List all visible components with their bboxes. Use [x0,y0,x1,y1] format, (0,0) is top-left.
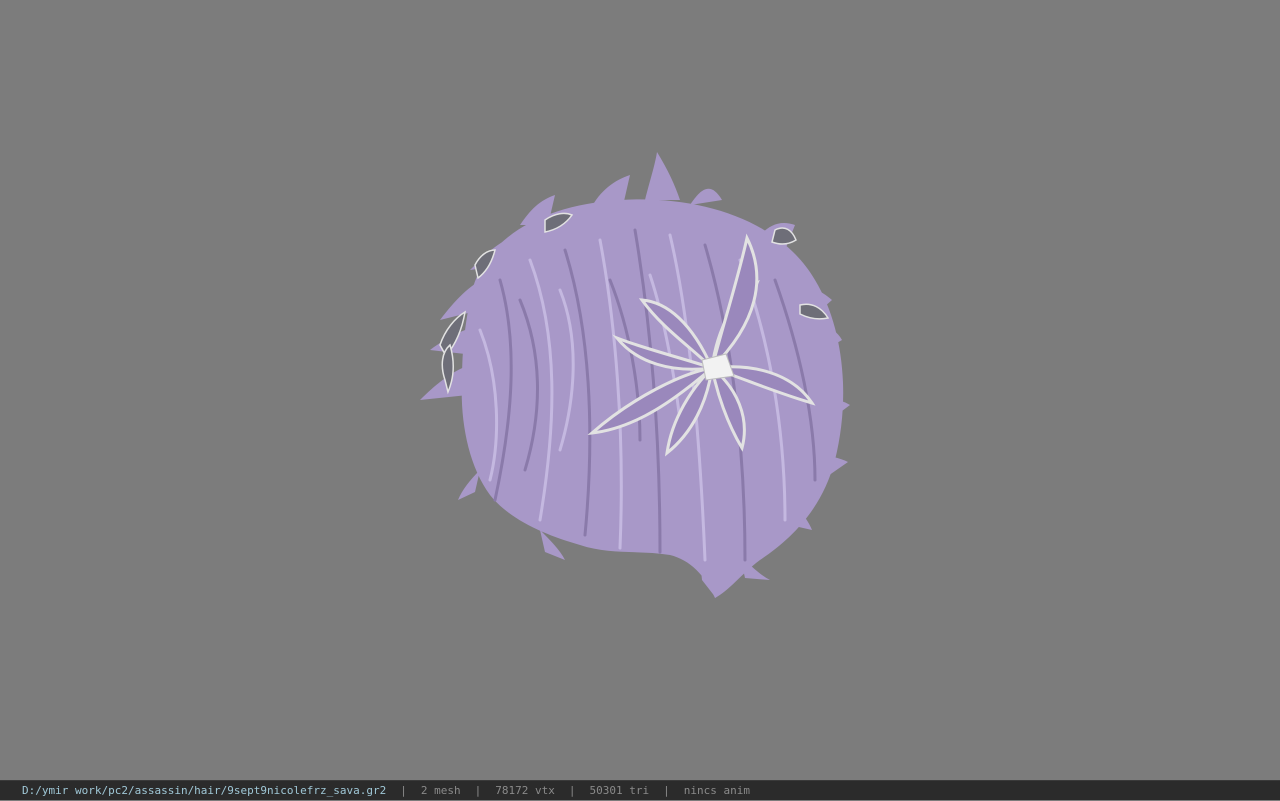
separator: | [474,783,482,797]
mesh-count-label: 2 mesh [420,783,461,797]
separator: | [400,783,407,797]
model-render [420,152,850,598]
hair-tuft [690,188,722,205]
vertex-count-label: 78172 vtx [495,783,555,797]
triangle-count-label: 50301 tri [589,783,650,797]
file-path-label: D:/ymir work/pc2/assassin/hair/9sept9nic… [22,783,387,797]
hair-tuft [645,152,680,200]
3d-viewport[interactable] [0,0,1280,780]
animation-status-label: nincs anim [683,783,750,797]
separator: | [568,783,576,797]
hair-tuft [458,470,480,500]
status-bar: D:/ymir work/pc2/assassin/hair/9sept9nic… [0,780,1280,800]
hair-model [420,152,850,598]
separator: | [663,783,670,797]
